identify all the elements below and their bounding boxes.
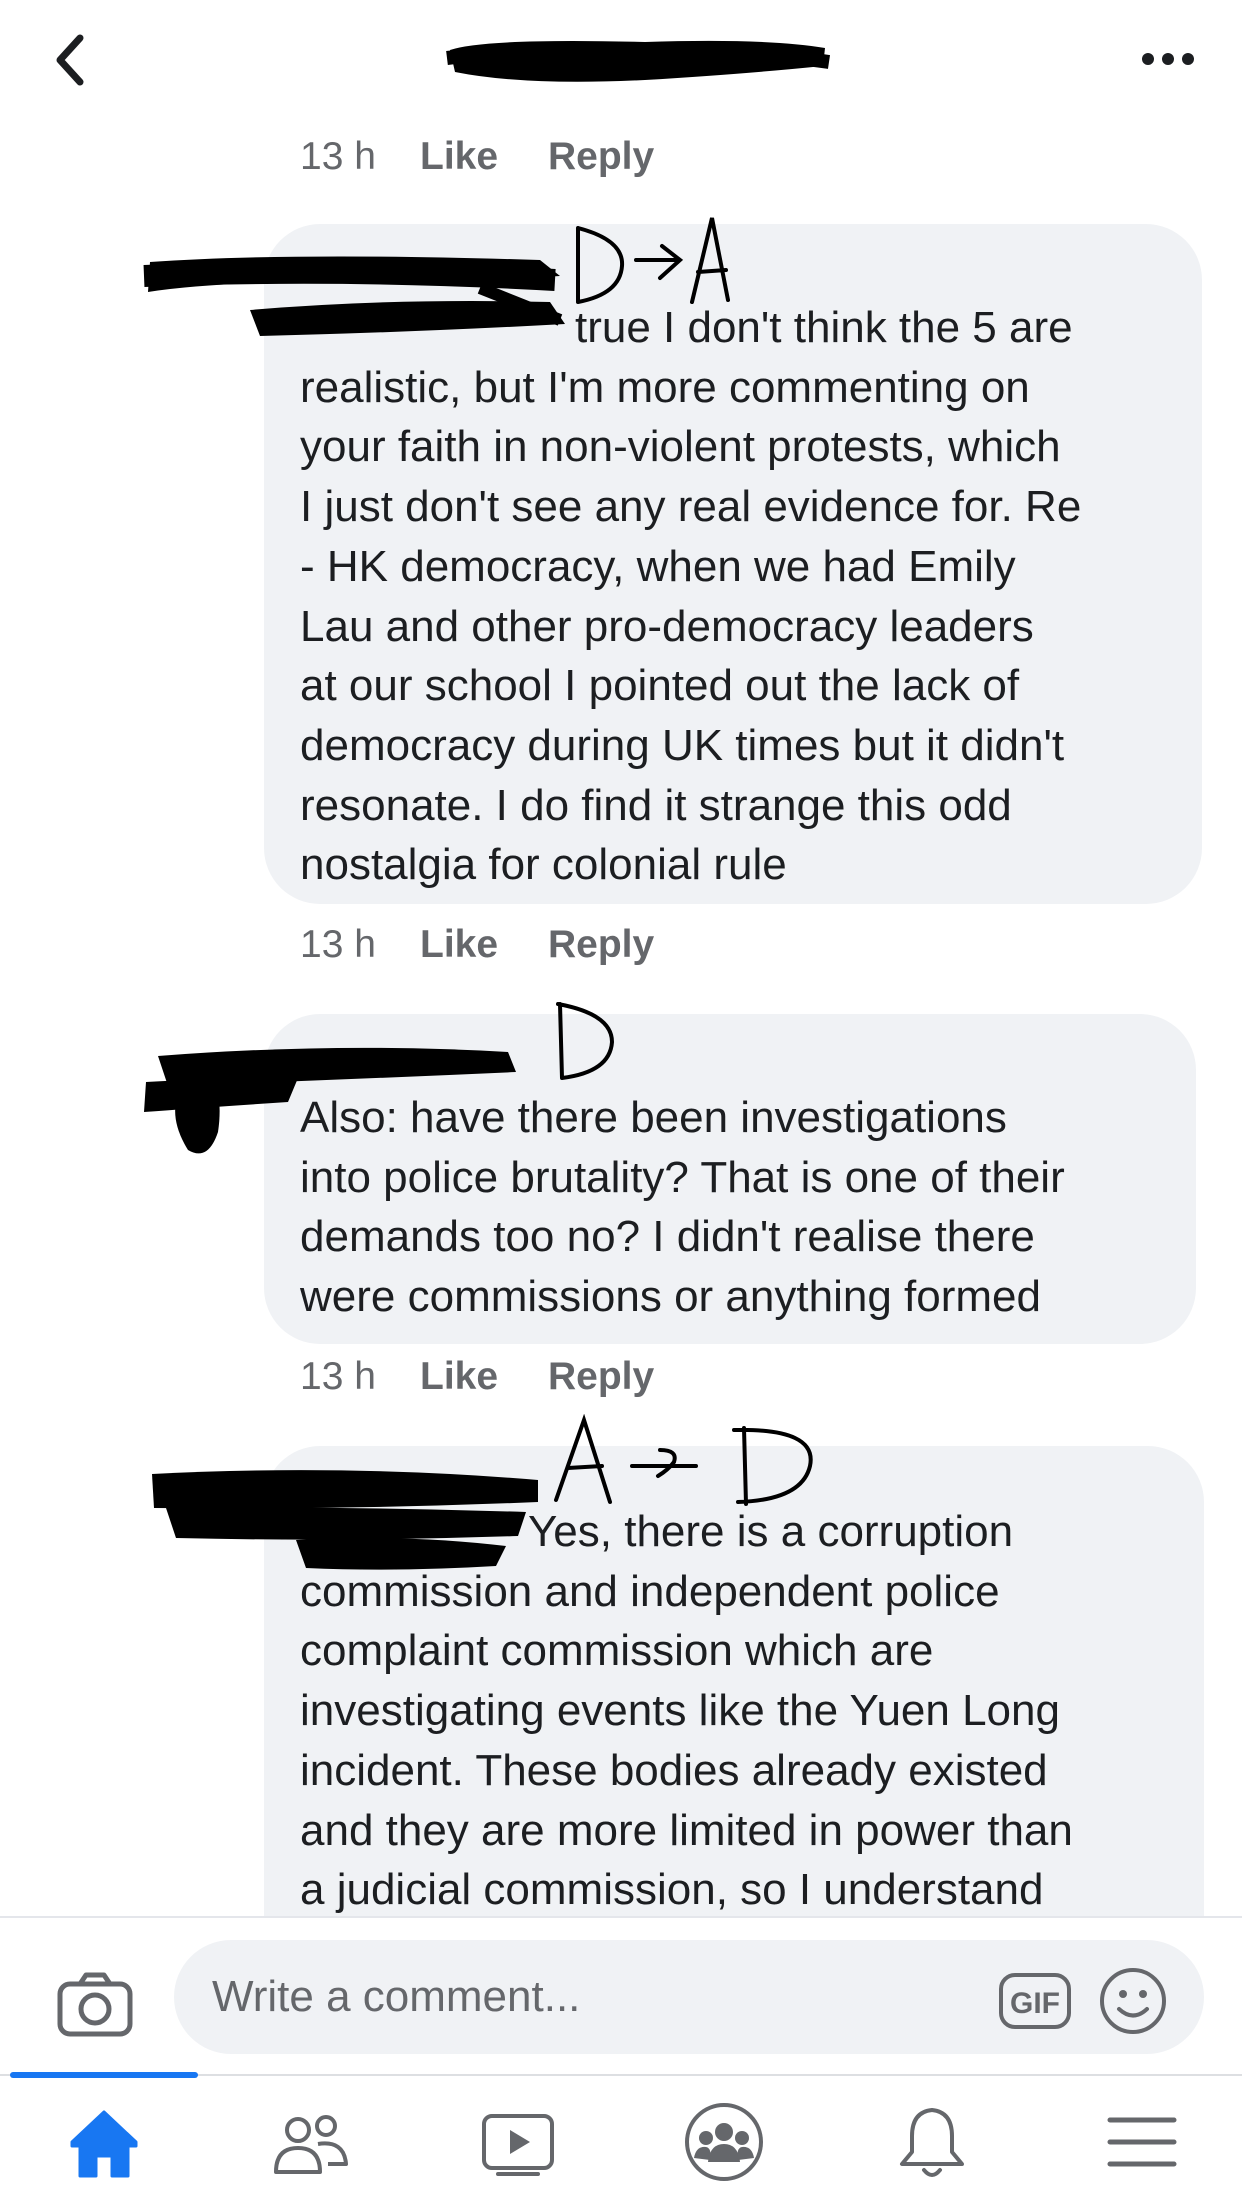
comment-input[interactable]: Write a comment... GIF: [174, 1940, 1204, 2054]
friends-icon[interactable]: [268, 2100, 352, 2184]
comment-placeholder: Write a comment...: [212, 1972, 581, 2021]
emoji-icon[interactable]: [1098, 1966, 1168, 2036]
comment-line: democracy during UK times but it didn't: [300, 720, 1065, 770]
reply-button[interactable]: Reply: [548, 920, 654, 970]
handwritten-annotation: [556, 1002, 615, 1080]
comment-timestamp: 13 h: [300, 1355, 376, 1398]
comment-line: into police brutality? That is one of th…: [300, 1152, 1065, 1202]
comment-line: resonate. I do find it strange this odd: [300, 780, 1012, 830]
comment-timestamp: 13 h: [300, 135, 376, 178]
comment-line: true I don't think the 5 are: [575, 303, 1073, 352]
comment-timestamp: 13 h: [300, 923, 376, 966]
like-button[interactable]: Like: [420, 920, 548, 970]
top-bar: [0, 0, 1242, 134]
bottom-tab-bar: [0, 2072, 1242, 2210]
redacted-title: [446, 40, 830, 82]
comment-line: demands too no? I didn't realise there: [300, 1212, 1035, 1262]
comment-line: Yes, there is a corruption: [528, 1507, 1014, 1556]
comment-line: Also: have there been investigations: [300, 1093, 1007, 1142]
home-icon[interactable]: [62, 2100, 146, 2184]
camera-icon[interactable]: [56, 1970, 134, 2038]
active-tab-indicator: [10, 2072, 198, 2078]
comment-line: Lau and other pro-democracy leaders: [300, 601, 1034, 651]
menu-icon[interactable]: [1100, 2100, 1184, 2184]
watch-icon[interactable]: [476, 2100, 560, 2184]
reply-button[interactable]: Reply: [548, 1352, 654, 1402]
comment-line: investigating events like the Yuen Long: [300, 1686, 1060, 1736]
comment-line: your faith in non-violent protests, whic…: [300, 422, 1061, 472]
comment-line: were commissions or anything formed: [300, 1272, 1041, 1322]
comment-text: Yes, there is a corruption commission an…: [300, 1502, 1180, 1916]
comment-line: and they are more limited in power than: [300, 1805, 1073, 1855]
comment-line: realistic, but I'm more commenting on: [300, 362, 1030, 412]
comment-line: at our school I pointed out the lack of: [300, 661, 1020, 711]
comment-line: complaint commission which are: [300, 1626, 934, 1676]
comment-composer: Write a comment... GIF: [0, 1916, 1242, 2076]
groups-icon[interactable]: [682, 2100, 766, 2184]
comment-line: nostalgia for colonial rule: [300, 840, 787, 890]
comment-meta: 13 h Like Reply: [300, 132, 654, 182]
notifications-icon[interactable]: [890, 2100, 974, 2184]
comment-thread: 13 h Like Reply true I don't think the 5 a…: [0, 132, 1242, 1916]
gif-label: GIF: [1010, 1987, 1060, 2020]
comment-line: a judicial commission, so I understand: [300, 1865, 1044, 1915]
reply-button[interactable]: Reply: [548, 132, 654, 182]
comment-line: I just don't see any real evidence for. …: [300, 482, 1082, 532]
more-dots-icon[interactable]: [1140, 48, 1196, 70]
comment-line: incident. These bodies already existed: [300, 1745, 1048, 1795]
comment-text: true I don't think the 5 are realistic, …: [300, 298, 1180, 895]
comment-meta: 13 h Like Reply: [300, 1352, 654, 1402]
comment-line: commission and independent police: [300, 1566, 1000, 1616]
comment-line: - HK democracy, when we had Emily: [300, 541, 1016, 591]
comment-meta: 13 h Like Reply: [300, 920, 654, 970]
gif-icon[interactable]: GIF: [998, 1972, 1072, 2030]
like-button[interactable]: Like: [420, 132, 548, 182]
handwritten-annotation: [576, 217, 730, 304]
comment-text: Also: have there been investigations int…: [300, 1088, 1180, 1327]
handwritten-annotation: [554, 1414, 813, 1506]
like-button[interactable]: Like: [420, 1352, 548, 1402]
chevron-left-icon[interactable]: [48, 30, 92, 90]
